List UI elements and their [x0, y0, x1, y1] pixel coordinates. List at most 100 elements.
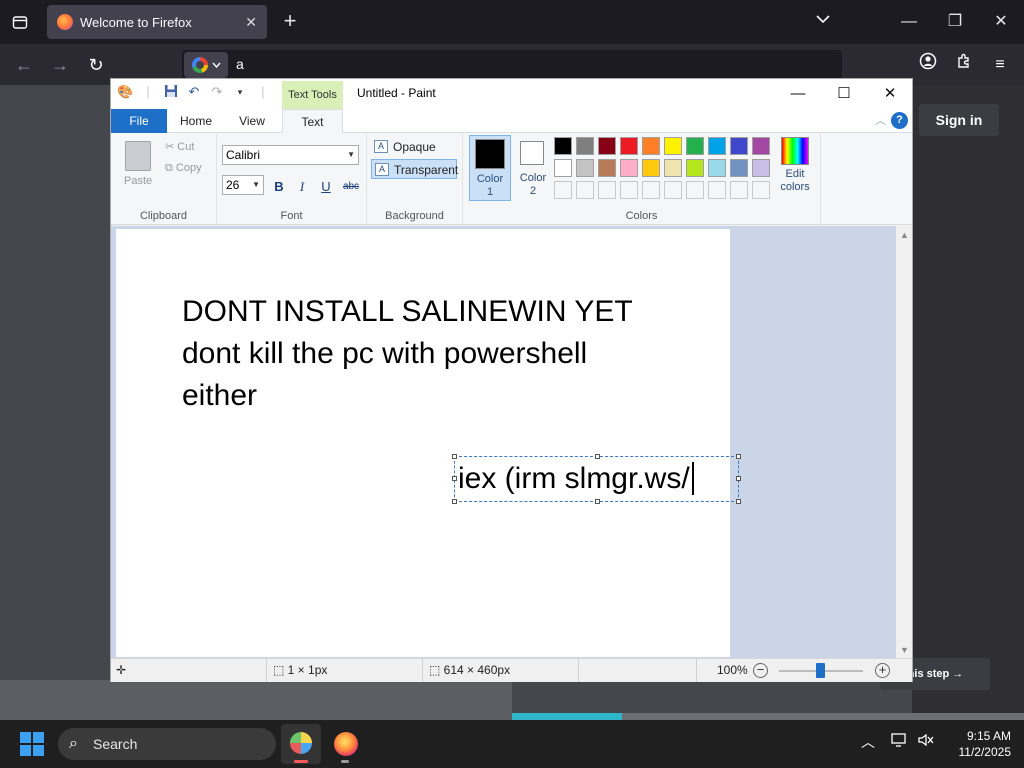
minimize-window-button[interactable]: —	[894, 8, 924, 36]
color-1-selector[interactable]: Color 1	[469, 135, 511, 201]
vertical-scrollbar[interactable]: ▲ ▼	[896, 226, 912, 658]
address-bar[interactable]: a	[182, 50, 842, 80]
copy-button[interactable]: ⧉ Copy	[165, 162, 202, 175]
firefox-view-icon[interactable]	[8, 10, 32, 34]
palette-swatch[interactable]	[708, 181, 726, 199]
palette-swatch[interactable]	[554, 137, 572, 155]
zoom-in-icon[interactable]: +	[875, 663, 890, 678]
font-family-select[interactable]: Calibri ▼	[222, 145, 359, 165]
drawing-canvas[interactable]: DONT INSTALL SALINEWIN YET dont kill the…	[116, 229, 741, 657]
palette-swatch[interactable]	[686, 137, 704, 155]
palette-swatch[interactable]	[730, 181, 748, 199]
font-size-select[interactable]: 26 ▼	[222, 175, 264, 195]
active-text-box[interactable]: iex (irm slmgr.ws/​	[452, 454, 741, 504]
undo-icon[interactable]: ↶	[186, 84, 202, 100]
paste-button[interactable]: Paste	[124, 175, 152, 187]
paint-close-button[interactable]: ✕	[867, 81, 913, 107]
palette-swatch[interactable]	[730, 137, 748, 155]
tab-close-icon[interactable]: ✕	[245, 14, 257, 31]
palette-swatch[interactable]	[576, 181, 594, 199]
palette-swatch[interactable]	[598, 181, 616, 199]
palette-swatch[interactable]	[554, 159, 572, 177]
palette-swatch[interactable]	[620, 137, 638, 155]
tab-file[interactable]: File	[111, 109, 167, 133]
help-icon[interactable]: ?	[891, 112, 908, 129]
volume-muted-icon[interactable]	[917, 732, 935, 751]
palette-swatch[interactable]	[752, 159, 770, 177]
resize-handle[interactable]	[736, 454, 741, 459]
cut-button[interactable]: ✂ Cut	[165, 140, 194, 153]
palette-swatch[interactable]	[620, 181, 638, 199]
palette-swatch[interactable]	[642, 181, 660, 199]
palette-swatch[interactable]	[664, 181, 682, 199]
opaque-option[interactable]: A Opaque	[371, 137, 457, 157]
italic-button[interactable]: I	[292, 177, 312, 197]
zoom-out-icon[interactable]: −	[753, 663, 768, 678]
menu-icon[interactable]: ≡	[987, 52, 1013, 78]
palette-swatch[interactable]	[576, 159, 594, 177]
resize-handle[interactable]	[736, 499, 741, 504]
close-window-button[interactable]: ✕	[986, 8, 1016, 36]
resize-handle[interactable]	[736, 476, 741, 481]
edit-colors-button[interactable]: Edit colors	[778, 137, 812, 194]
palette-swatch[interactable]	[554, 181, 572, 199]
extensions-icon[interactable]	[951, 52, 977, 78]
restore-window-button[interactable]: ❐	[940, 8, 970, 36]
list-all-tabs-icon[interactable]	[816, 12, 830, 27]
forward-icon[interactable]: →	[47, 52, 73, 78]
taskbar-search-box[interactable]: ⌕ Search	[58, 728, 276, 760]
bold-button[interactable]: B	[269, 177, 289, 197]
text-box-value[interactable]: iex (irm slmgr.ws/	[458, 462, 690, 495]
sign-in-button[interactable]: Sign in	[919, 104, 999, 136]
scroll-up-icon[interactable]: ▲	[900, 230, 909, 240]
network-icon[interactable]	[891, 732, 909, 751]
tab-home[interactable]: Home	[171, 109, 221, 133]
resize-handle[interactable]	[452, 476, 457, 481]
palette-swatch[interactable]	[642, 159, 660, 177]
palette-swatch[interactable]	[664, 137, 682, 155]
resize-handle[interactable]	[452, 454, 457, 459]
paint-maximize-button[interactable]: ☐	[821, 81, 867, 107]
palette-swatch[interactable]	[708, 159, 726, 177]
transparent-option[interactable]: A Transparent	[371, 159, 458, 179]
palette-swatch[interactable]	[598, 159, 616, 177]
color-2-selector[interactable]: Color 2	[513, 135, 553, 201]
scroll-down-icon[interactable]: ▼	[900, 645, 909, 655]
search-engine-button[interactable]	[184, 52, 228, 78]
account-icon[interactable]	[915, 52, 941, 78]
collapse-ribbon-icon[interactable]: ︿	[875, 112, 886, 128]
palette-swatch[interactable]	[620, 159, 638, 177]
resize-handle[interactable]	[595, 499, 600, 504]
palette-swatch[interactable]	[686, 181, 704, 199]
palette-swatch[interactable]	[686, 159, 704, 177]
palette-swatch[interactable]	[730, 159, 748, 177]
palette-swatch[interactable]	[752, 137, 770, 155]
redo-icon[interactable]: ↷	[209, 84, 225, 100]
paste-icon[interactable]	[125, 141, 151, 171]
resize-handle[interactable]	[452, 499, 457, 504]
customize-toolbar-icon[interactable]: ▾	[232, 84, 248, 100]
palette-swatch[interactable]	[576, 137, 594, 155]
palette-swatch[interactable]	[708, 137, 726, 155]
zoom-slider-thumb[interactable]	[816, 663, 825, 678]
underline-button[interactable]: U	[316, 177, 336, 197]
taskbar-clock[interactable]: 9:15 AM 11/2/2025	[945, 728, 1012, 760]
palette-swatch[interactable]	[752, 181, 770, 199]
strikethrough-button[interactable]: abc	[339, 177, 363, 197]
browser-tab[interactable]: Welcome to Firefox ✕	[47, 5, 267, 39]
taskbar-firefox-app[interactable]	[325, 724, 365, 764]
show-hidden-icons-chevron-icon[interactable]: ︿	[861, 732, 875, 752]
resize-handle[interactable]	[595, 454, 600, 459]
reload-icon[interactable]: ↻	[83, 52, 109, 78]
start-button[interactable]	[20, 732, 44, 756]
taskbar-paint-app[interactable]	[281, 724, 321, 764]
palette-swatch[interactable]	[664, 159, 682, 177]
tab-text[interactable]: Text	[282, 109, 343, 134]
tab-view[interactable]: View	[227, 109, 277, 133]
palette-swatch[interactable]	[598, 137, 616, 155]
new-tab-button[interactable]: +	[278, 9, 302, 35]
address-input[interactable]: a	[236, 56, 244, 72]
save-icon[interactable]	[163, 84, 179, 100]
back-icon[interactable]: ←	[11, 52, 37, 78]
palette-swatch[interactable]	[642, 137, 660, 155]
